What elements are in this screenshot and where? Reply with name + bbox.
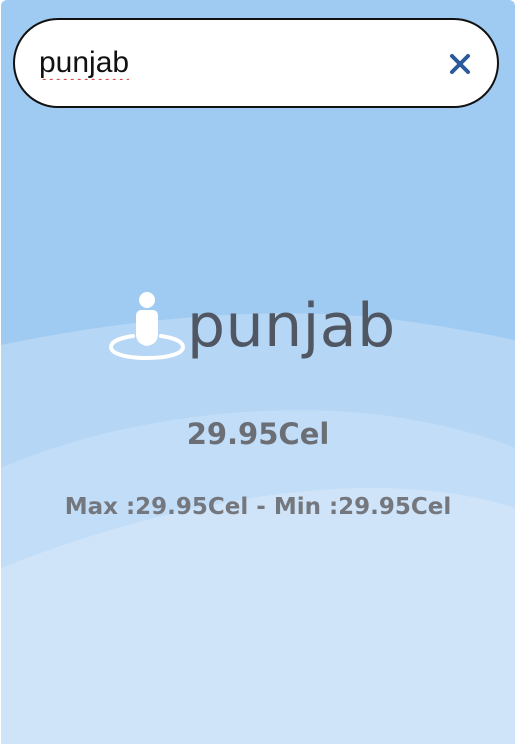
person-pin-icon bbox=[109, 292, 185, 361]
clear-search-button[interactable] bbox=[445, 49, 475, 79]
close-icon bbox=[450, 54, 470, 74]
background-waves bbox=[1, 313, 515, 744]
location-heading: punjab bbox=[109, 282, 396, 362]
city-name: punjab bbox=[187, 291, 396, 361]
search-input[interactable] bbox=[39, 42, 419, 84]
weather-app: punjab 29.95Cel Max :29.95Cel - Min :29.… bbox=[1, 0, 515, 744]
current-temperature: 29.95Cel bbox=[186, 417, 330, 451]
search-bar bbox=[13, 18, 499, 108]
temperature-range: Max :29.95Cel - Min :29.95Cel bbox=[64, 494, 452, 520]
